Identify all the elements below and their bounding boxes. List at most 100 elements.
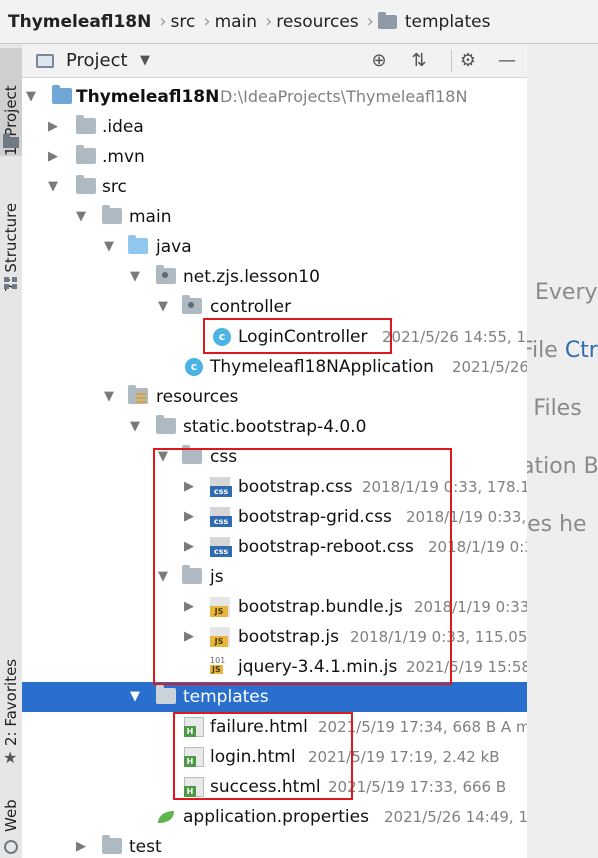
tab-web[interactable]: Web bbox=[0, 792, 22, 832]
structure-icon bbox=[4, 277, 17, 289]
expand-arrow-icon[interactable]: ▼ bbox=[156, 562, 170, 592]
minified-js-file-icon: 101 JS bbox=[210, 656, 226, 674]
css-file-icon: css bbox=[210, 537, 232, 557]
folder-icon bbox=[76, 115, 96, 134]
tree-row-static-bootstrap[interactable]: ▼ static.bootstrap-4.0.0 bbox=[22, 412, 527, 442]
folder-icon bbox=[102, 835, 122, 854]
html-file-icon: H bbox=[184, 747, 204, 767]
expand-arrow-icon[interactable]: ▼ bbox=[102, 232, 116, 262]
js-file-icon: JS bbox=[210, 627, 230, 647]
tree-row-src[interactable]: ▼ src bbox=[22, 172, 527, 202]
breadcrumb-separator: › bbox=[159, 11, 167, 32]
folder-icon bbox=[76, 145, 96, 164]
html-file-icon: H bbox=[184, 717, 204, 737]
gear-icon[interactable]: ⚙ bbox=[457, 51, 479, 71]
locate-icon[interactable]: ⊕ bbox=[368, 51, 390, 71]
minimize-icon[interactable]: — bbox=[496, 51, 518, 71]
tab-favorites[interactable]: 2: Favorites bbox=[0, 654, 22, 746]
tree-row-success-html[interactable]: H success.html 2021/5/19 17:33, 666 B bbox=[22, 772, 527, 802]
expand-arrow-icon[interactable]: ▼ bbox=[128, 682, 142, 712]
breadcrumb-item-main[interactable]: main bbox=[215, 12, 257, 32]
package-icon bbox=[156, 265, 176, 284]
editor-hint-text: Every bbox=[535, 280, 598, 305]
project-panel: Project ▼ ⊕ ⇅ ⚙ — ▼ Thymeleafl18N D:\Ide… bbox=[22, 44, 527, 858]
collapse-arrow-icon[interactable]: ▶ bbox=[182, 532, 196, 562]
breadcrumb: Thymeleafl18N › src › main › resources ›… bbox=[0, 0, 598, 44]
editor-hint-text: File Ctr bbox=[527, 338, 598, 363]
divider bbox=[451, 50, 452, 72]
css-file-icon: css bbox=[210, 477, 232, 497]
collapse-arrow-icon[interactable]: ▶ bbox=[74, 832, 88, 858]
breadcrumb-separator: › bbox=[366, 11, 374, 32]
tree-row-project[interactable]: ▼ Thymeleafl18N D:\IdeaProjects\Thymelea… bbox=[22, 82, 527, 112]
chevron-down-icon[interactable]: ▼ bbox=[134, 51, 156, 71]
editor-empty-area: Every File Ctr : Files ation B les he bbox=[527, 44, 598, 858]
tree-row-java[interactable]: ▼ java bbox=[22, 232, 527, 262]
panel-title[interactable]: Project bbox=[66, 50, 128, 71]
tree-row-main[interactable]: ▼ main bbox=[22, 202, 527, 232]
tool-window-strip: 1: Project 7: Structure 2: Favorites ★ W… bbox=[0, 44, 23, 858]
collapse-arrow-icon[interactable]: ▶ bbox=[46, 142, 60, 172]
expand-arrow-icon[interactable]: ▼ bbox=[102, 382, 116, 412]
tree-row-login-html[interactable]: H login.html 2021/5/19 17:19, 2.42 kB bbox=[22, 742, 527, 772]
folder-icon bbox=[102, 205, 122, 224]
tree-row-resources[interactable]: ▼ resources bbox=[22, 382, 527, 412]
panel-header: Project ▼ ⊕ ⇅ ⚙ — bbox=[22, 44, 527, 78]
tree-row-bootstrap-css[interactable]: ▶ css bootstrap.css 2018/1/19 0:33, 178.… bbox=[22, 472, 527, 502]
breadcrumb-item-resources[interactable]: resources bbox=[276, 12, 358, 32]
breadcrumb-separator: › bbox=[203, 11, 211, 32]
star-icon: ★ bbox=[3, 748, 18, 767]
collapse-arrow-icon[interactable]: ▶ bbox=[182, 592, 196, 622]
folder-icon bbox=[377, 11, 397, 29]
folder-icon bbox=[76, 175, 96, 194]
tree-row-mvn[interactable]: ▶ .mvn bbox=[22, 142, 527, 172]
tree-row-bootstrap-grid-css[interactable]: ▶ css bootstrap-grid.css 2018/1/19 0:33, bbox=[22, 502, 527, 532]
tree-row-package[interactable]: ▼ net.zjs.lesson10 bbox=[22, 262, 527, 292]
breadcrumb-item-project[interactable]: Thymeleafl18N bbox=[0, 12, 151, 32]
folder-icon bbox=[156, 685, 176, 704]
expand-arrow-icon[interactable]: ▼ bbox=[128, 412, 142, 442]
package-icon bbox=[182, 295, 202, 314]
editor-hint-text: ation B bbox=[527, 454, 598, 479]
expand-arrow-icon[interactable]: ▼ bbox=[24, 82, 38, 112]
tree-row-bootstrap-js[interactable]: ▶ JS bootstrap.js 2018/1/19 0:33, 115.05 bbox=[22, 622, 527, 652]
js-file-icon: JS bbox=[210, 597, 230, 617]
collapse-arrow-icon[interactable]: ▶ bbox=[46, 112, 60, 142]
expand-arrow-icon[interactable]: ▼ bbox=[156, 292, 170, 322]
tree-row-jquery-js[interactable]: 101 JS jquery-3.4.1.min.js 2021/5/19 15:5… bbox=[22, 652, 527, 682]
source-folder-icon bbox=[128, 235, 148, 254]
tree-row-failure-html[interactable]: H failure.html 2021/5/19 17:34, 668 B A … bbox=[22, 712, 527, 742]
tree-row-idea[interactable]: ▶ .idea bbox=[22, 112, 527, 142]
collapse-all-icon[interactable]: ⇅ bbox=[408, 51, 430, 71]
tree-row-controller[interactable]: ▼ controller bbox=[22, 292, 527, 322]
html-file-icon: H bbox=[184, 777, 204, 797]
tree-row-application-class[interactable]: c Thymeleafl18NApplication 2021/5/26 bbox=[22, 352, 527, 382]
expand-arrow-icon[interactable]: ▼ bbox=[156, 442, 170, 472]
project-view-icon bbox=[36, 54, 54, 68]
expand-arrow-icon[interactable]: ▼ bbox=[46, 172, 60, 202]
properties-file-icon bbox=[158, 811, 174, 823]
project-folder-icon bbox=[52, 85, 72, 104]
globe-icon bbox=[4, 840, 18, 854]
collapse-arrow-icon[interactable]: ▶ bbox=[182, 502, 196, 532]
editor-hint-text: les he bbox=[527, 512, 587, 537]
collapse-arrow-icon[interactable]: ▶ bbox=[182, 472, 196, 502]
expand-arrow-icon[interactable]: ▼ bbox=[128, 262, 142, 292]
tree-row-css[interactable]: ▼ css bbox=[22, 442, 527, 472]
breadcrumb-item-src[interactable]: src bbox=[171, 12, 196, 32]
tree-row-templates[interactable]: ▼ templates bbox=[22, 682, 527, 712]
editor-hint-text: : Files bbox=[527, 396, 582, 421]
collapse-arrow-icon[interactable]: ▶ bbox=[182, 622, 196, 652]
tree-row-logincontroller[interactable]: c LoginController 2021/5/26 14:55, 1. bbox=[22, 322, 527, 352]
tree-row-bootstrap-bundle-js[interactable]: ▶ JS bootstrap.bundle.js 2018/1/19 0:33 bbox=[22, 592, 527, 622]
tree-row-bootstrap-reboot-css[interactable]: ▶ css bootstrap-reboot.css 2018/1/19 0:3 bbox=[22, 532, 527, 562]
breadcrumb-item-templates[interactable]: templates bbox=[377, 11, 490, 32]
expand-arrow-icon[interactable]: ▼ bbox=[74, 202, 88, 232]
resources-folder-icon bbox=[128, 385, 148, 404]
folder-icon bbox=[156, 415, 176, 434]
css-file-icon: css bbox=[210, 507, 232, 527]
tree-row-js[interactable]: ▼ js bbox=[22, 562, 527, 592]
tree-row-application-properties[interactable]: application.properties 2021/5/26 14:49, … bbox=[22, 802, 527, 832]
folder-icon bbox=[3, 134, 19, 148]
tree-row-test[interactable]: ▶ test bbox=[22, 832, 527, 858]
